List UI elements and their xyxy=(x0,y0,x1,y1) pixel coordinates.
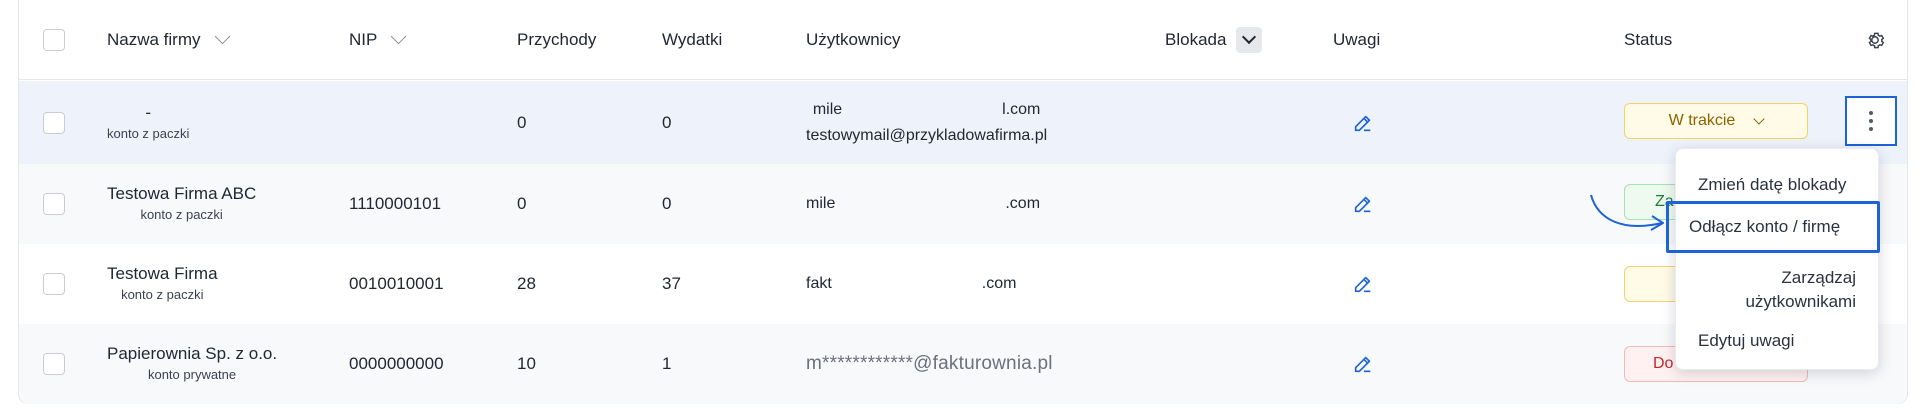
status-label: W trakcie xyxy=(1668,112,1736,129)
header-users: Użytkownicy xyxy=(806,0,900,79)
menu-item-label: Zmień datę blokady xyxy=(1698,175,1847,194)
row-checkbox-cell xyxy=(43,324,65,404)
table-header: Nazwa firmy NIP Przychody Wydatki Użytko… xyxy=(19,0,1907,80)
users-cell: m************@fakturownia.pl xyxy=(806,324,1053,404)
user-email: mile .com xyxy=(806,191,1040,217)
users-cell: mile .com xyxy=(806,164,1040,244)
block-dropdown-chevron-icon[interactable] xyxy=(1236,26,1263,53)
revenue-cell: 0 xyxy=(517,194,527,213)
user-email-start: mile xyxy=(812,100,843,118)
header-notes: Uwagi xyxy=(1333,0,1380,79)
menu-item-label: Edytuj uwagi xyxy=(1698,331,1795,350)
header-status: Status xyxy=(1624,0,1672,79)
company-type: konto z paczki xyxy=(121,287,204,302)
row-checkbox[interactable] xyxy=(43,111,65,134)
menu-item-change-block-date[interactable]: Zmień datę blokady xyxy=(1676,167,1878,203)
revenue-cell: 0 xyxy=(517,112,527,132)
status-dropdown[interactable]: W trakcie xyxy=(1624,103,1808,139)
user-email: mile l.com xyxy=(813,97,1041,123)
kebab-icon-dot xyxy=(1869,127,1873,131)
menu-item-manage-users[interactable]: Zarządzaj użytkownikami xyxy=(1676,261,1878,319)
select-all-checkbox[interactable] xyxy=(43,28,65,51)
edit-icon[interactable] xyxy=(1352,353,1374,375)
edit-icon[interactable] xyxy=(1352,112,1374,134)
notes-cell xyxy=(1352,164,1374,244)
company-cell: - konto z paczki xyxy=(107,81,189,164)
expenses-cell: 0 xyxy=(662,112,672,132)
edit-icon[interactable] xyxy=(1352,193,1374,215)
header-select-all-cell xyxy=(43,0,65,79)
header-status-label: Status xyxy=(1624,29,1673,49)
row-actions-menu: Zmień datę blokady Odłącz konto / firmę … xyxy=(1666,148,1880,370)
header-company[interactable]: Nazwa firmy xyxy=(107,0,230,79)
expenses-cell: 0 xyxy=(662,194,672,213)
company-name: Papierownia Sp. z o.o. xyxy=(107,344,278,363)
gear-icon[interactable] xyxy=(1864,29,1886,51)
row-checkbox-cell xyxy=(43,81,65,164)
company-name: - xyxy=(145,102,152,122)
table-row[interactable]: Testowa Firma konto z paczki 0010010001 … xyxy=(19,244,1907,324)
curved-arrow-icon xyxy=(1590,194,1664,231)
user-email: fakt .com xyxy=(806,271,1016,297)
company-name: Testowa Firma xyxy=(107,264,218,283)
notes-cell xyxy=(1352,324,1374,404)
user-email-end: l.com xyxy=(1002,100,1041,118)
user-email-start: mile xyxy=(806,195,836,212)
expenses-cell: 37 xyxy=(662,274,681,293)
user-email-masked: m************@fakturownia.pl xyxy=(806,353,1053,374)
nip-cell: 1110000101 xyxy=(349,194,442,213)
company-type: konto prywatne xyxy=(147,367,237,382)
edit-icon[interactable] xyxy=(1352,273,1374,295)
row-checkbox[interactable] xyxy=(43,353,65,375)
row-actions-button[interactable] xyxy=(1845,96,1897,146)
users-cell: fakt .com xyxy=(806,244,1016,324)
header-company-label: Nazwa firmy xyxy=(107,29,201,49)
user-email: testowymail@przykladowafirma.pl xyxy=(806,126,1048,144)
menu-item-disconnect-account[interactable]: Odłącz konto / firmę xyxy=(1666,201,1880,253)
revenue-cell: 28 xyxy=(517,274,536,293)
company-cell: Testowa Firma konto z paczki xyxy=(107,244,218,324)
table-row[interactable]: Papierownia Sp. z o.o. konto prywatne 00… xyxy=(19,324,1907,404)
header-expenses-label: Wydatki xyxy=(662,29,723,49)
company-cell: Testowa Firma ABC konto z paczki xyxy=(107,164,256,244)
header-block-label: Blokada xyxy=(1165,29,1227,49)
notes-cell xyxy=(1352,81,1374,164)
row-checkbox-cell xyxy=(43,244,65,324)
menu-item-edit-notes[interactable]: Edytuj uwagi xyxy=(1676,321,1878,361)
company-cell: Papierownia Sp. z o.o. konto prywatne xyxy=(107,324,277,404)
header-nip[interactable]: NIP xyxy=(349,0,407,79)
chevron-down-icon xyxy=(1753,112,1765,125)
nip-cell: 0010010001 xyxy=(349,274,444,293)
header-revenue: Przychody xyxy=(517,0,596,79)
header-notes-label: Uwagi xyxy=(1333,29,1381,49)
sort-chevron-icon[interactable] xyxy=(214,28,230,45)
row-checkbox[interactable] xyxy=(43,193,65,215)
company-name: Testowa Firma ABC xyxy=(107,184,257,203)
header-block[interactable]: Blokada xyxy=(1165,0,1263,79)
kebab-icon xyxy=(1869,111,1873,115)
user-email-end: .com xyxy=(1005,195,1041,212)
row-checkbox-cell xyxy=(43,164,65,244)
header-expenses: Wydatki xyxy=(662,0,722,79)
table-row[interactable]: - konto z paczki 0 0 mile l.com testowyma… xyxy=(19,81,1907,164)
menu-item-label: Zarządzaj użytkownikami xyxy=(1745,268,1856,311)
company-type: konto z paczki xyxy=(107,125,190,141)
header-users-label: Użytkownicy xyxy=(806,29,901,49)
company-type: konto z paczki xyxy=(140,207,223,222)
menu-item-label: Odłącz konto / firmę xyxy=(1689,217,1841,236)
users-cell: mile l.com testowymail@przykladowafirma.p… xyxy=(806,81,1047,164)
nip-cell: 0000000000 xyxy=(349,354,444,373)
expenses-cell: 1 xyxy=(662,354,672,373)
revenue-cell: 10 xyxy=(517,354,536,373)
status-label: Do xyxy=(1653,355,1674,372)
notes-cell xyxy=(1352,244,1374,324)
user-email-start: fakt xyxy=(806,275,832,292)
kebab-icon-dot xyxy=(1869,119,1873,123)
user-email-end: .com xyxy=(981,275,1017,292)
sort-chevron-icon[interactable] xyxy=(391,28,407,45)
header-nip-label: NIP xyxy=(349,29,378,49)
row-checkbox[interactable] xyxy=(43,273,65,295)
header-revenue-label: Przychody xyxy=(517,29,597,49)
